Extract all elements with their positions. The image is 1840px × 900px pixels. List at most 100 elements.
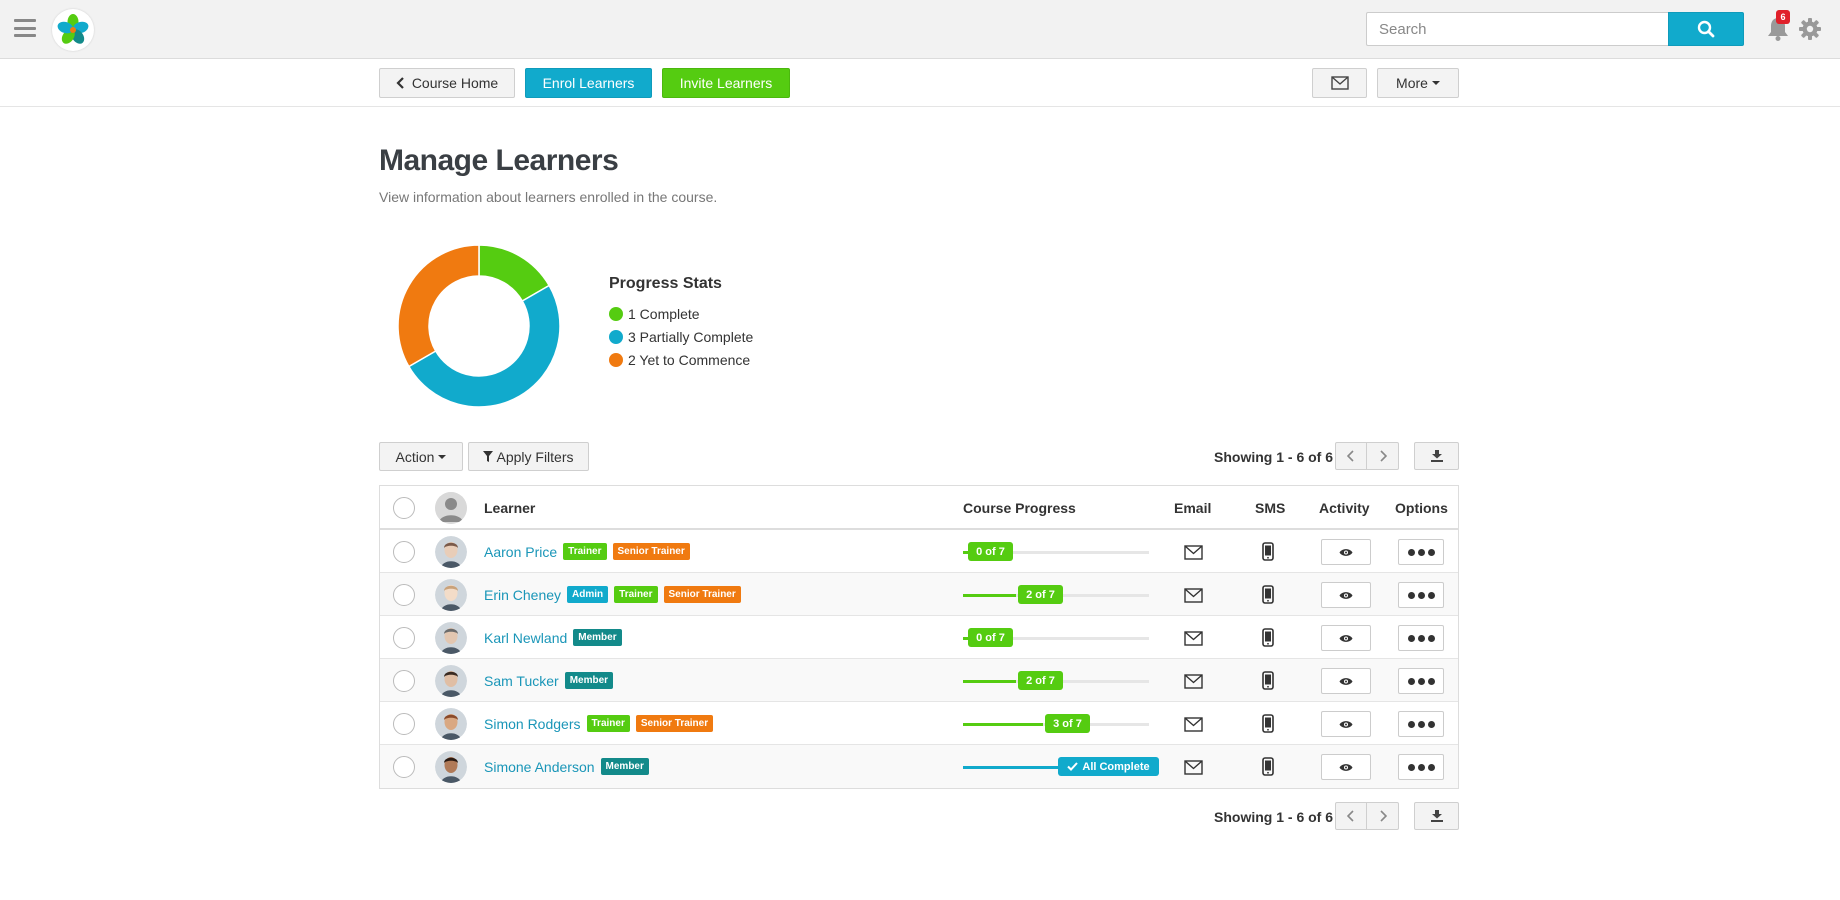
filter-icon [483,451,494,462]
header-activity: Activity [1319,500,1370,516]
learner-name[interactable]: Sam Tucker [484,673,559,689]
course-home-button[interactable]: Course Home [379,68,515,98]
learner-name-link[interactable]: Simon Rodgers Trainer Senior Trainer [484,715,714,732]
learner-name-link[interactable]: Erin Cheney Admin Trainer Senior Trainer [484,586,741,603]
download-button-top[interactable] [1414,442,1459,470]
action-dropdown-button[interactable]: Action [379,442,463,471]
row-checkbox[interactable] [393,584,415,606]
prev-page-button-top[interactable] [1335,442,1367,470]
donut-slice-yet-to-commence [397,244,480,368]
settings-gear-icon[interactable] [1798,17,1822,41]
next-page-button-bottom[interactable] [1367,802,1399,830]
progress-label: 0 of 7 [976,545,1005,558]
stat-complete-label: 1 Complete [628,306,700,322]
header-course-progress[interactable]: Course Progress [963,500,1076,516]
more-label: More [1396,75,1428,91]
role-tag: Trainer [614,586,658,603]
course-toolbar: Course Home Enrol Learners Invite Learne… [0,59,1840,107]
progress-stats-title: Progress Stats [609,275,722,292]
progress-label: 2 of 7 [1026,674,1055,687]
learner-avatar [435,708,467,740]
page-subtitle: View information about learners enrolled… [379,189,718,205]
email-envelope-icon[interactable] [1184,717,1203,732]
invite-learners-button[interactable]: Invite Learners [662,68,790,98]
row-options-button[interactable] [1398,539,1444,565]
mobile-phone-icon[interactable] [1262,757,1274,776]
learner-name-link[interactable]: Simone Anderson Member [484,758,649,775]
stat-partial-label: 3 Partially Complete [628,329,754,345]
showing-count-bottom: Showing 1 - 6 of 6 [1214,809,1334,825]
prev-page-button-bottom[interactable] [1335,802,1367,830]
hamburger-menu-icon[interactable] [14,19,36,37]
invite-learners-label: Invite Learners [679,75,773,91]
ellipsis-dot-icon [1407,591,1415,599]
enrol-learners-button[interactable]: Enrol Learners [525,68,652,98]
learner-avatar [435,536,467,568]
row-options-button[interactable] [1398,625,1444,651]
learner-name[interactable]: Simone Anderson [484,759,595,775]
role-tag: Member [600,758,649,775]
stat-yet-to-commence: 2 Yet to Commence [609,352,750,368]
email-learners-button[interactable] [1312,68,1367,98]
learner-name[interactable]: Karl Newland [484,630,567,646]
learner-avatar [435,622,467,654]
mobile-phone-icon[interactable] [1262,671,1274,690]
table-row: Sam Tucker Member 2 of 7 [380,659,1458,702]
learner-name-link[interactable]: Karl Newland Member [484,629,622,646]
view-activity-button[interactable] [1321,539,1371,565]
row-checkbox[interactable] [393,541,415,563]
view-activity-button[interactable] [1321,625,1371,651]
table-header: Learner Course Progress Email SMS Activi… [380,486,1458,530]
search-input[interactable] [1366,12,1668,46]
header-email: Email [1174,500,1212,516]
mobile-phone-icon[interactable] [1262,714,1274,733]
row-checkbox[interactable] [393,627,415,649]
apply-filters-button[interactable]: Apply Filters [468,442,589,471]
next-page-button-top[interactable] [1367,442,1399,470]
notification-count-badge: 6 [1776,10,1790,24]
row-checkbox[interactable] [393,756,415,778]
ellipsis-dot-icon [1427,763,1435,771]
email-envelope-icon[interactable] [1184,545,1203,560]
table-body: Aaron Price Trainer Senior Trainer 0 of 7 [380,530,1458,788]
row-options-button[interactable] [1398,754,1444,780]
more-dropdown-button[interactable]: More [1377,68,1459,98]
learner-name[interactable]: Simon Rodgers [484,716,581,732]
row-checkbox[interactable] [393,670,415,692]
learner-avatar [435,665,467,697]
view-activity-button[interactable] [1321,582,1371,608]
view-activity-button[interactable] [1321,754,1371,780]
table-row: Erin Cheney Admin Trainer Senior Trainer 2 … [380,573,1458,616]
learner-name[interactable]: Erin Cheney [484,587,561,603]
learner-name-link[interactable]: Aaron Price Trainer Senior Trainer [484,543,690,560]
ellipsis-dot-icon [1427,677,1435,685]
email-envelope-icon[interactable] [1184,631,1203,646]
row-options-button[interactable] [1398,711,1444,737]
course-home-label: Course Home [411,75,499,91]
row-checkbox[interactable] [393,713,415,735]
email-envelope-icon[interactable] [1184,588,1203,603]
select-all-checkbox[interactable] [393,497,415,519]
email-envelope-icon[interactable] [1184,760,1203,775]
role-tag: Trainer [586,715,630,732]
ellipsis-dot-icon [1427,720,1435,728]
learner-name-link[interactable]: Sam Tucker Member [484,672,614,689]
brand-logo[interactable] [52,9,94,51]
mobile-phone-icon[interactable] [1262,585,1274,604]
table-row: Simone Anderson Member All Complete [380,745,1458,788]
ellipsis-dot-icon [1407,548,1415,556]
search-button[interactable] [1668,12,1744,46]
download-icon [1430,810,1443,822]
row-options-button[interactable] [1398,668,1444,694]
mobile-phone-icon[interactable] [1262,542,1274,561]
download-button-bottom[interactable] [1414,802,1459,830]
row-options-button[interactable] [1398,582,1444,608]
mobile-phone-icon[interactable] [1262,628,1274,647]
role-tag: Senior Trainer [612,543,690,560]
view-activity-button[interactable] [1321,668,1371,694]
learner-name[interactable]: Aaron Price [484,544,557,560]
email-envelope-icon[interactable] [1184,674,1203,689]
header-learner[interactable]: Learner [484,500,535,516]
ellipsis-dot-icon [1407,634,1415,642]
view-activity-button[interactable] [1321,711,1371,737]
